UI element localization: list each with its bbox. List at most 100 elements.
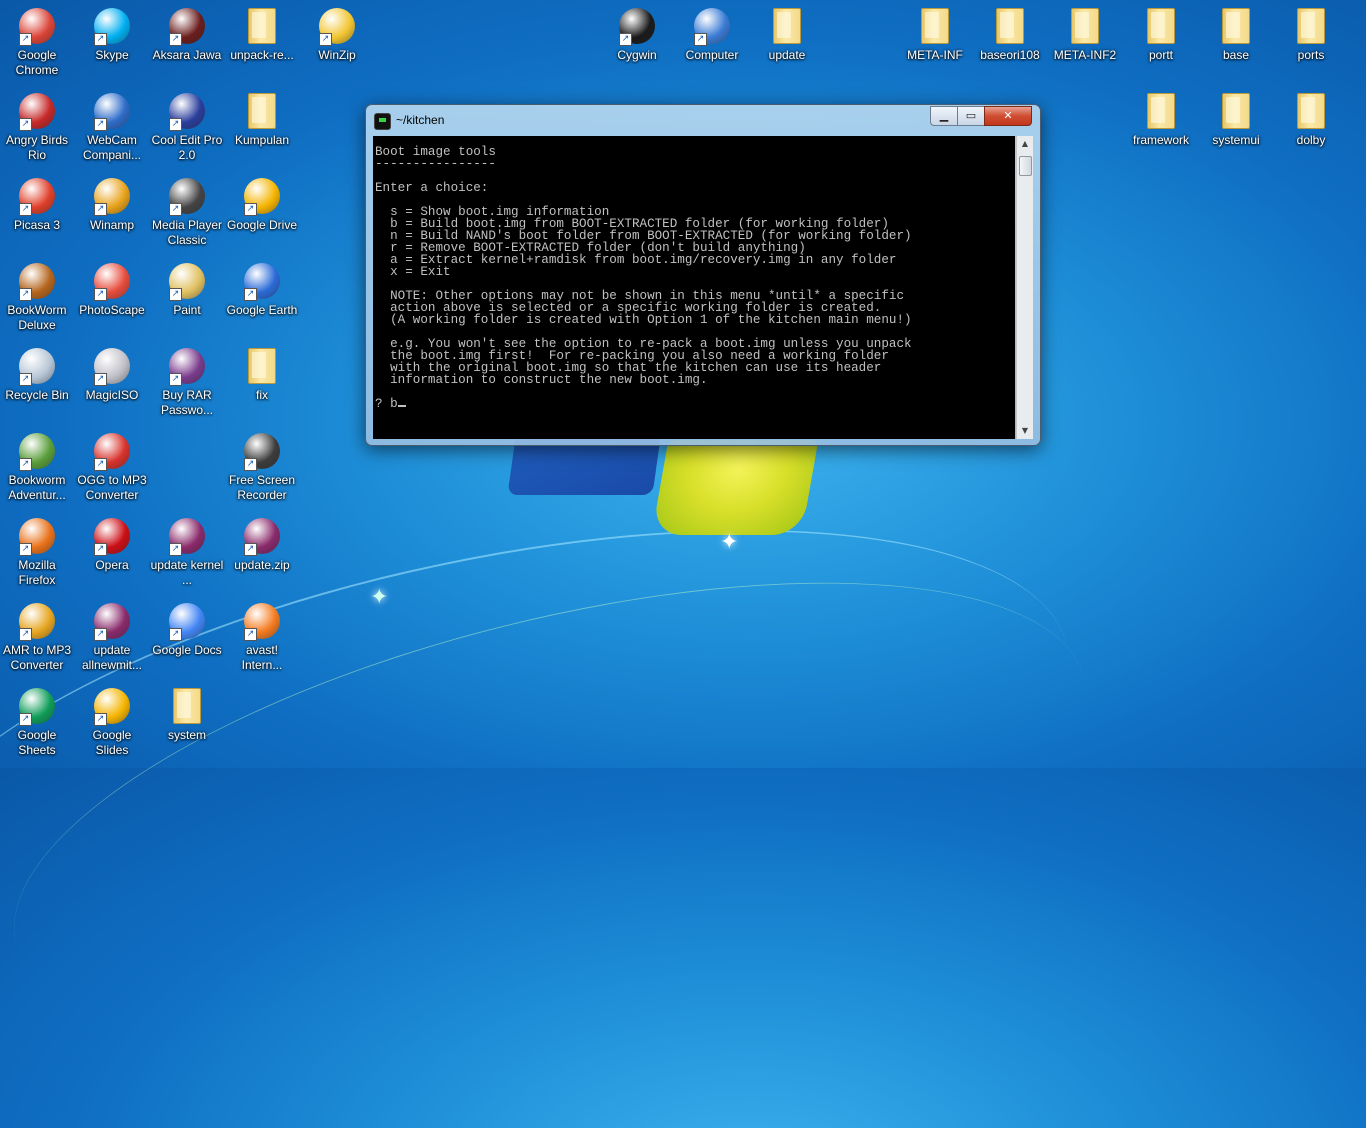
desktop-icon[interactable]: ↗ avast! Intern...	[225, 595, 299, 673]
desktop-icon[interactable]: ↗ Buy RAR Passwo...	[150, 340, 224, 418]
shortcut-arrow-icon: ↗	[169, 288, 182, 301]
desktop-icon[interactable]: fix	[225, 340, 299, 403]
desktop-icon[interactable]: ↗ OGG to MP3 Converter	[75, 425, 149, 503]
desktop-icon-label: framework	[1132, 133, 1189, 147]
minimize-button[interactable]: ▁	[930, 106, 958, 126]
desktop-icon[interactable]: unpack-re...	[225, 0, 299, 63]
desktop-icon[interactable]: ↗ WinZip	[300, 0, 374, 63]
google-drive-icon: ↗	[244, 178, 280, 216]
shortcut-arrow-icon: ↗	[94, 118, 107, 131]
desktop-icon[interactable]: system	[150, 680, 224, 743]
cygwin-terminal-window[interactable]: ~/kitchen ▁ ▭ ✕ Boot image tools -------…	[365, 104, 1041, 446]
media-player-icon: ↗	[169, 178, 205, 216]
magiciso-icon: ↗	[94, 348, 130, 386]
desktop-icon-label: Google Earth	[226, 303, 298, 317]
window-titlebar[interactable]: ~/kitchen ▁ ▭ ✕	[366, 105, 1040, 135]
desktop-icon[interactable]: ↗ Opera	[75, 510, 149, 573]
scroll-thumb[interactable]	[1019, 156, 1032, 176]
shortcut-arrow-icon: ↗	[94, 628, 107, 641]
desktop-icon[interactable]: systemui	[1199, 85, 1273, 148]
paint-icon: ↗	[169, 263, 205, 301]
desktop-icon[interactable]: META-INF2	[1048, 0, 1122, 63]
shortcut-arrow-icon: ↗	[19, 118, 32, 131]
bookworm-icon: ↗	[19, 263, 55, 301]
cool-edit-icon: ↗	[169, 93, 205, 131]
desktop-icon[interactable]: ↗ Skype	[75, 0, 149, 63]
maximize-button[interactable]: ▭	[957, 106, 985, 126]
shortcut-arrow-icon: ↗	[244, 543, 257, 556]
desktop-icon[interactable]: ↗ Media Player Classic	[150, 170, 224, 248]
desktop-icon[interactable]: ↗ Bookworm Adventur...	[0, 425, 74, 503]
desktop-icon-label: update allnewmit...	[81, 643, 143, 672]
desktop-icon-label: Google Drive	[226, 218, 298, 232]
desktop-icon[interactable]: ↗ PhotoScape	[75, 255, 149, 318]
desktop-icon[interactable]: ↗ Angry Birds Rio	[0, 85, 74, 163]
desktop-icon-label: BookWorm Deluxe	[7, 303, 67, 332]
wallpaper-sparkle: ✦	[720, 530, 739, 555]
desktop-icon[interactable]: ↗ update kernel ...	[150, 510, 224, 588]
winrar-icon: ↗	[244, 518, 280, 556]
terminal-console[interactable]: Boot image tools ---------------- Enter …	[373, 136, 1015, 439]
desktop-icon[interactable]: ↗ Winamp	[75, 170, 149, 233]
desktop-icon[interactable]: META-INF	[898, 0, 972, 63]
desktop-icon[interactable]: ↗ Mozilla Firefox	[0, 510, 74, 588]
desktop-icon[interactable]: ↗ Google Sheets	[0, 680, 74, 758]
desktop-icon[interactable]: ↗ update.zip	[225, 510, 299, 573]
desktop-icon-label: systemui	[1212, 133, 1260, 147]
desktop-icon-label: META-INF	[907, 48, 963, 62]
desktop-icon[interactable]: ↗ Cool Edit Pro 2.0	[150, 85, 224, 163]
desktop-icon[interactable]: ↗ WebCam Compani...	[75, 85, 149, 163]
desktop-icon-label: AMR to MP3 Converter	[2, 643, 71, 672]
desktop-icon-label: Google Slides	[92, 728, 132, 757]
desktop-icon-label: update.zip	[234, 558, 290, 572]
desktop-icon[interactable]: ↗ Free Screen Recorder	[225, 425, 299, 503]
desktop-icon-label: system	[167, 728, 206, 742]
desktop-icon-label: META-INF2	[1053, 48, 1117, 62]
desktop-icon[interactable]: ↗ AMR to MP3 Converter	[0, 595, 74, 673]
desktop-icon[interactable]: ↗ MagicISO	[75, 340, 149, 403]
desktop-icon[interactable]: ↗ Google Docs	[150, 595, 224, 658]
desktop-icon-label: fix	[256, 388, 268, 402]
shortcut-arrow-icon: ↗	[244, 628, 257, 641]
desktop-icon-label: Google Chrome	[15, 48, 59, 77]
desktop-icon[interactable]: ↗ Google Drive	[225, 170, 299, 233]
folder-icon	[1147, 93, 1175, 129]
desktop-icon[interactable]: ↗ Picasa 3	[0, 170, 74, 233]
shortcut-arrow-icon: ↗	[169, 543, 182, 556]
folder-icon	[1071, 8, 1099, 44]
shortcut-arrow-icon: ↗	[19, 713, 32, 726]
desktop-icon[interactable]: baseori108	[973, 0, 1047, 63]
desktop-icon[interactable]: ↗ Cygwin	[600, 0, 674, 63]
desktop-icon[interactable]: ↗ Google Chrome	[0, 0, 74, 78]
desktop-icon-label: Winamp	[89, 218, 134, 232]
desktop-icon[interactable]: update	[750, 0, 824, 63]
desktop-icon[interactable]: ↗ update allnewmit...	[75, 595, 149, 673]
scroll-up-arrow-icon[interactable]: ▲	[1017, 136, 1033, 152]
desktop-icon[interactable]: ↗ BookWorm Deluxe	[0, 255, 74, 333]
desktop-icon[interactable]: ↗ Aksara Jawa	[150, 0, 224, 63]
desktop-icon-label: Media Player Classic	[151, 218, 223, 247]
desktop-icon[interactable]: base	[1199, 0, 1273, 63]
desktop-icon-label: avast! Intern...	[241, 643, 283, 672]
shortcut-arrow-icon: ↗	[244, 458, 257, 471]
desktop-icon[interactable]: dolby	[1274, 85, 1348, 148]
photoscape-icon: ↗	[94, 263, 130, 301]
desktop-icon[interactable]: ↗ Google Slides	[75, 680, 149, 758]
desktop-icon[interactable]: ports	[1274, 0, 1348, 63]
winzip-icon: ↗	[319, 8, 355, 46]
shortcut-arrow-icon: ↗	[19, 458, 32, 471]
folder-icon	[248, 348, 276, 384]
desktop-icon[interactable]: ↗ Google Earth	[225, 255, 299, 318]
desktop-icon[interactable]: ↗ Recycle Bin	[0, 340, 74, 403]
shortcut-arrow-icon: ↗	[19, 373, 32, 386]
close-button[interactable]: ✕	[984, 106, 1032, 126]
desktop-icon[interactable]: ↗ Paint	[150, 255, 224, 318]
desktop-icon[interactable]: portt	[1124, 0, 1198, 63]
vertical-scrollbar[interactable]: ▲ ▼	[1016, 136, 1033, 439]
scroll-down-arrow-icon[interactable]: ▼	[1017, 423, 1033, 439]
google-sheets-icon: ↗	[19, 688, 55, 726]
desktop-icon[interactable]: Kumpulan	[225, 85, 299, 148]
desktop-icon[interactable]: framework	[1124, 85, 1198, 148]
google-earth-icon: ↗	[244, 263, 280, 301]
desktop-icon[interactable]: ↗ Computer	[675, 0, 749, 63]
